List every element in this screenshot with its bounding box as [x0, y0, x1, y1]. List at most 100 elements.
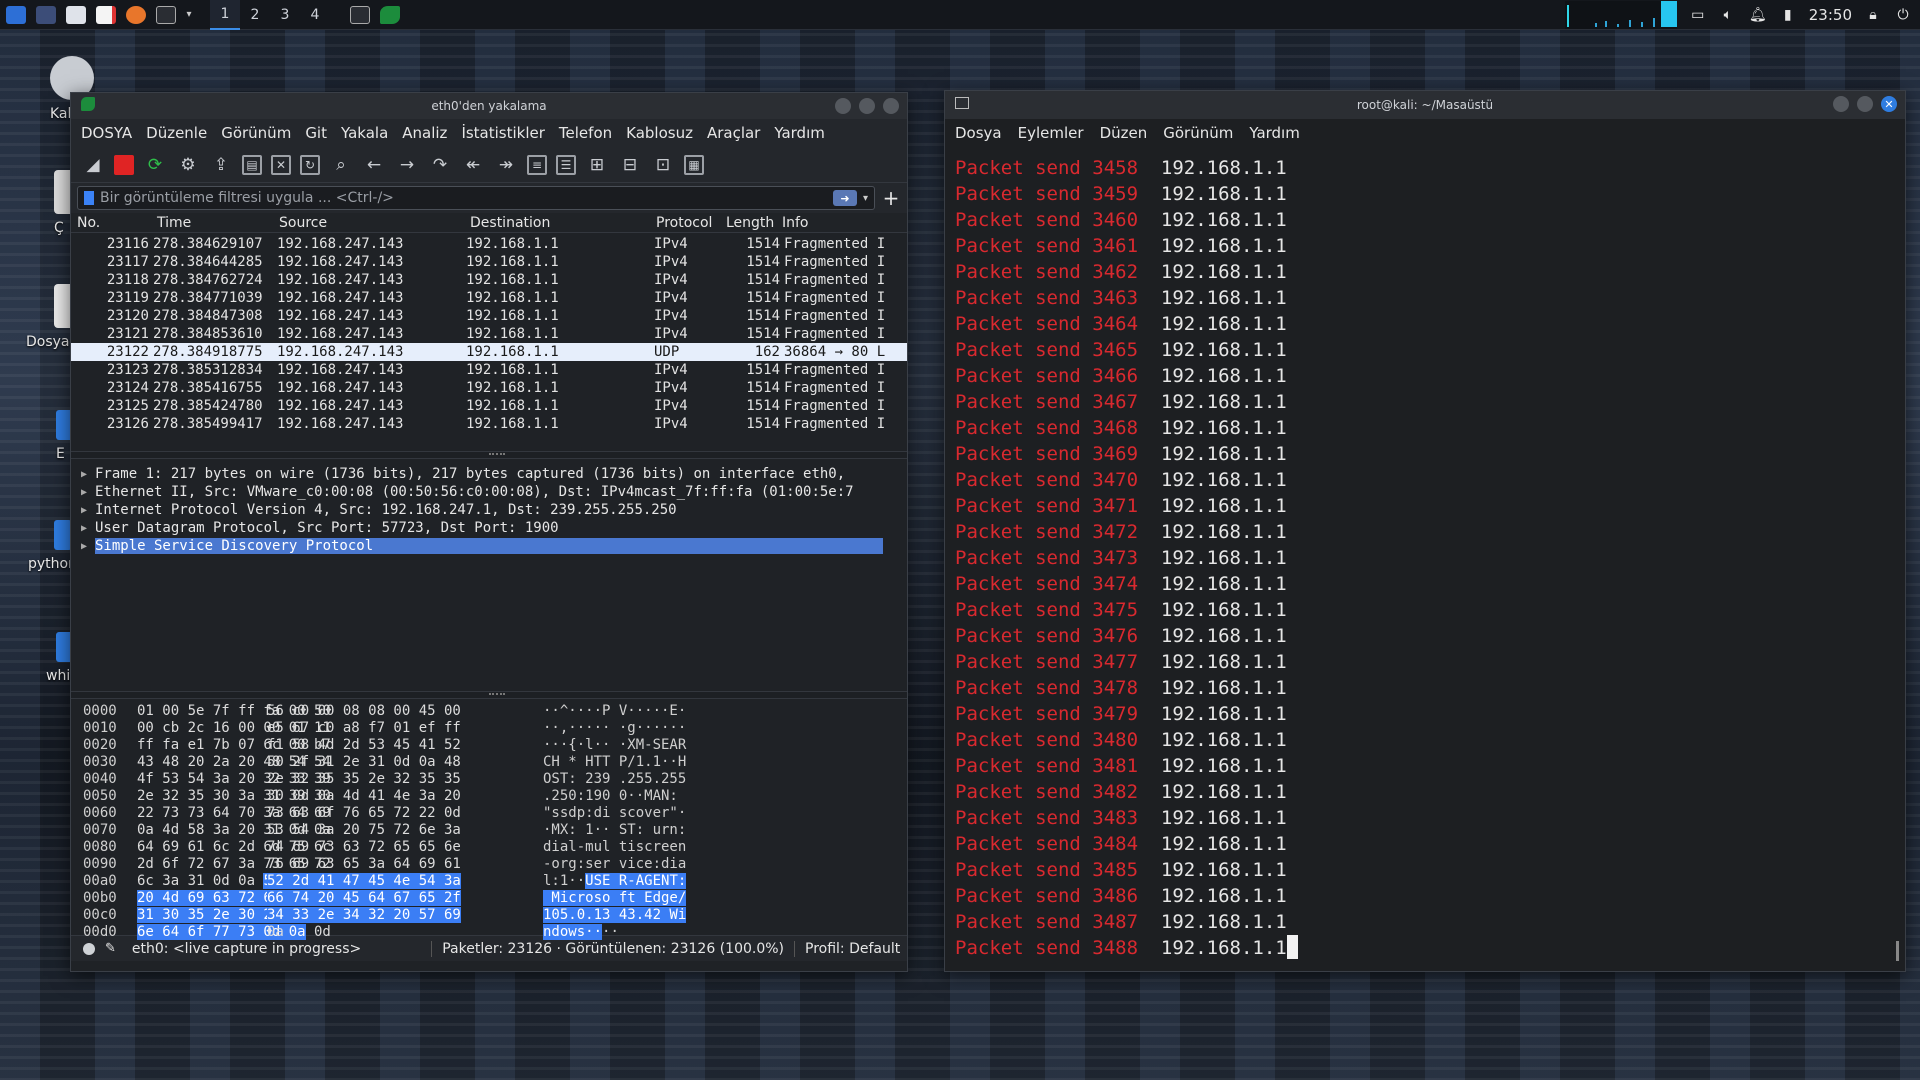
find-packet-icon[interactable]: ⌕ — [329, 153, 353, 177]
filter-history-chevron-icon[interactable]: ▾ — [863, 193, 868, 204]
menu-araclar[interactable]: Araçlar — [707, 124, 760, 142]
hex-bytes-first[interactable]: 4f 53 54 3a 20 32 33 39 — [133, 771, 331, 788]
col-time[interactable]: Time — [153, 215, 277, 231]
hex-ascii[interactable]: 105.0.13 43.42 Wi — [539, 907, 739, 924]
go-back-icon[interactable]: ← — [362, 153, 386, 177]
colorize-icon[interactable]: ☰ — [556, 154, 576, 175]
taskbar-wireshark-icon[interactable] — [376, 1, 404, 29]
hex-bytes-second[interactable]: 66 74 20 45 64 67 65 2f — [267, 890, 539, 907]
menu-kablosuz[interactable]: Kablosuz — [626, 124, 693, 142]
first-packet-icon[interactable]: ↞ — [461, 153, 485, 177]
packet-list[interactable]: 23116 278.384629107 192.168.247.143 192.168… — [71, 233, 907, 451]
col-length[interactable]: Length — [726, 215, 782, 231]
hex-bytes-first[interactable]: 6e 64 6f 77 73 0d 0a 0d — [133, 924, 331, 941]
terminal-launcher-icon[interactable] — [152, 1, 180, 29]
volume-icon[interactable]: 🔈︎ — [1719, 6, 1737, 24]
hex-ascii[interactable]: ndows···· — [539, 924, 739, 941]
terminal-output[interactable]: Packet send 3458 192.168.1.1 Packet send … — [945, 147, 1905, 961]
stop-capture-icon[interactable] — [114, 154, 134, 175]
packet-row[interactable]: 23123 278.385312834 192.168.247.143 192.168… — [71, 361, 907, 379]
capture-status-icon[interactable] — [83, 942, 95, 955]
menu-dosya[interactable]: Dosya — [955, 124, 1002, 142]
detail-row[interactable]: ▶ Simple Service Discovery Protocol — [71, 537, 907, 555]
packet-row[interactable]: 23124 278.385416755 192.168.247.143 192.168… — [71, 379, 907, 397]
packet-row[interactable]: 23117 278.384644285 192.168.247.143 192.168… — [71, 253, 907, 271]
menu-eylemler[interactable]: Eylemler — [1018, 124, 1084, 142]
hex-bytes-first[interactable]: 2d 6f 72 67 3a 73 65 72 — [133, 856, 331, 873]
packet-row[interactable]: 23119 278.384771039 192.168.247.143 192.168… — [71, 289, 907, 307]
close-file-icon[interactable]: ✕ — [271, 154, 291, 175]
minimize-button[interactable] — [835, 98, 851, 114]
reload-file-icon[interactable]: ↻ — [300, 154, 320, 175]
hex-bytes-first[interactable]: 43 48 20 2a 20 48 54 54 — [133, 754, 331, 771]
add-filter-button-icon[interactable]: + — [881, 186, 901, 210]
save-file-icon[interactable]: ▤ — [242, 154, 262, 175]
maximize-button[interactable] — [859, 98, 875, 114]
hex-bytes-second[interactable]: 50 2f 31 2e 31 0d 0a 48 — [267, 754, 539, 771]
hex-bytes-second[interactable]: 56 c0 00 08 08 00 45 00 — [267, 703, 539, 720]
packet-row[interactable]: 23122 278.384918775 192.168.247.143 192.168… — [71, 343, 907, 361]
capture-options-icon[interactable]: ⚙ — [176, 153, 200, 177]
start-capture-icon[interactable]: ◢ — [81, 153, 105, 177]
status-profile[interactable]: Profil: Default — [805, 941, 900, 957]
hex-ascii[interactable]: ··,····· ·g······ — [539, 720, 739, 737]
hex-bytes-first[interactable]: 0a 4d 58 3a 20 31 0d 0a — [133, 822, 331, 839]
zoom-in-icon[interactable]: ⊞ — [585, 153, 609, 177]
hex-bytes-first[interactable]: ff fa e1 7b 07 6c 00 b7 — [133, 737, 331, 754]
terminal-titlebar[interactable]: root@kali: ~/Masaüstü ✕ — [945, 91, 1905, 119]
col-source[interactable]: Source — [277, 215, 466, 231]
pane-splitter[interactable] — [71, 451, 907, 459]
packet-row[interactable]: 23126 278.385499417 192.168.247.143 192.168… — [71, 415, 907, 433]
clock[interactable]: 23:50 — [1809, 6, 1852, 24]
col-destination[interactable]: Destination — [466, 215, 654, 231]
hex-ascii[interactable]: Microso ft Edge/ — [539, 890, 739, 907]
hex-bytes-second[interactable]: 53 54 3a 20 75 72 6e 3a — [267, 822, 539, 839]
hex-bytes-second[interactable]: 2e 32 35 35 2e 32 35 35 — [267, 771, 539, 788]
hex-bytes-first[interactable]: 2e 32 35 30 3a 31 39 30 — [133, 788, 331, 805]
battery-icon[interactable]: ▮ — [1779, 6, 1797, 24]
hex-bytes-first[interactable]: 20 4d 69 63 72 6f 73 6f — [133, 890, 331, 907]
bookmark-icon[interactable] — [84, 191, 94, 205]
workspace-2[interactable]: 2 — [240, 0, 270, 30]
expand-arrow-icon[interactable]: ▶ — [81, 523, 95, 534]
taskbar-terminal-icon[interactable] — [346, 1, 374, 29]
minimize-button[interactable] — [1833, 96, 1849, 112]
menu-dosya[interactable]: DOSYA — [81, 124, 132, 142]
wireshark-titlebar[interactable]: eth0'den yakalama — [71, 93, 907, 119]
hex-ascii[interactable]: l:1··USE R-AGENT: — [539, 873, 739, 890]
menu-gorunum[interactable]: Görünüm — [221, 124, 291, 142]
kali-menu-icon[interactable] — [2, 1, 30, 29]
maximize-button[interactable] — [1857, 96, 1873, 112]
col-info[interactable]: Info — [782, 215, 882, 231]
menu-git[interactable]: Git — [305, 124, 327, 142]
packet-row[interactable]: 23125 278.385424780 192.168.247.143 192.168… — [71, 397, 907, 415]
hex-ascii[interactable]: "ssdp:di scover"· — [539, 805, 739, 822]
hex-bytes-first[interactable]: 6c 3a 31 0d 0a 55 53 45 — [133, 873, 331, 890]
go-forward-icon[interactable]: → — [395, 153, 419, 177]
normal-size-icon[interactable]: ⊡ — [651, 153, 675, 177]
hex-ascii[interactable]: dial-mul tiscreen — [539, 839, 739, 856]
workspace-4[interactable]: 4 — [300, 0, 330, 30]
hex-bytes-first[interactable]: 64 69 61 6c 2d 6d 75 6c — [133, 839, 331, 856]
autoscroll-icon[interactable]: ≡ — [527, 154, 547, 175]
hex-bytes-second[interactable]: 30 0d 0a 4d 41 4e 3a 20 — [267, 788, 539, 805]
show-desktop-icon[interactable] — [32, 1, 60, 29]
menu-duzenle[interactable]: Düzenle — [146, 124, 207, 142]
hex-bytes-second[interactable]: 73 63 6f 76 65 72 22 0d — [267, 805, 539, 822]
detail-row[interactable]: ▶ Frame 1: 217 bytes on wire (1736 bits),… — [71, 465, 907, 483]
firefox-icon[interactable] — [122, 1, 150, 29]
menu-gorunum[interactable]: Görünüm — [1163, 124, 1233, 142]
col-protocol[interactable]: Protocol — [654, 215, 726, 231]
hex-bytes-second[interactable]: 0a — [267, 924, 539, 941]
hex-ascii[interactable]: ··^····P V·····E· — [539, 703, 739, 720]
menu-yardim[interactable]: Yardım — [1249, 124, 1300, 142]
packet-row[interactable]: 23121 278.384853610 192.168.247.143 192.168… — [71, 325, 907, 343]
hex-ascii[interactable]: ·MX: 1·· ST: urn: — [539, 822, 739, 839]
packet-details-pane[interactable]: ▶ Frame 1: 217 bytes on wire (1736 bits),… — [71, 459, 907, 691]
edit-comment-icon[interactable]: ✎ — [105, 941, 116, 956]
hex-ascii[interactable]: OST: 239 .255.255 — [539, 771, 739, 788]
detail-row[interactable]: ▶ User Datagram Protocol, Src Port: 57723… — [71, 519, 907, 537]
packet-row[interactable]: 23118 278.384762724 192.168.247.143 192.168… — [71, 271, 907, 289]
detail-row[interactable]: ▶ Ethernet II, Src: VMware_c0:00:08 (00:5… — [71, 483, 907, 501]
packet-bytes-pane[interactable]: 0000 01 00 5e 7f ff fa 00 50 56 c0 00 08 0… — [71, 699, 907, 940]
